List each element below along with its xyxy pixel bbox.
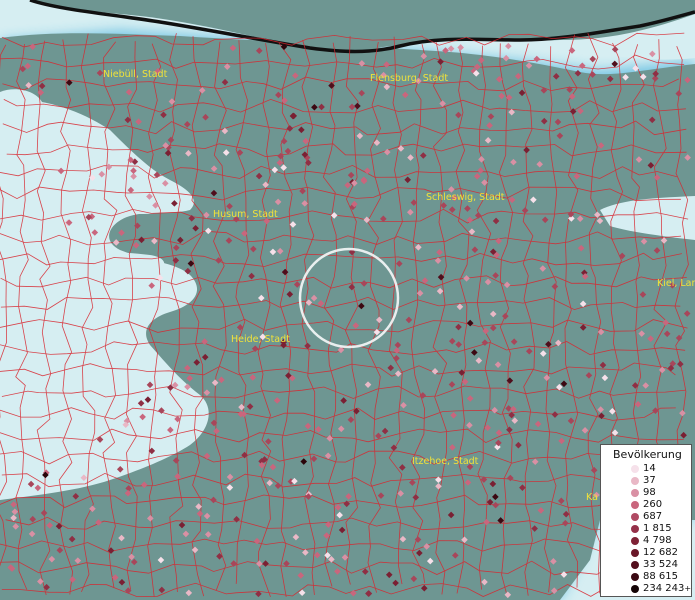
legend-title: Bevölkerung xyxy=(613,448,682,461)
legend-swatch xyxy=(631,525,639,533)
legend-label: 687 xyxy=(643,511,663,522)
legend-label: 88 615 xyxy=(643,571,678,582)
legend-entry: 4 798 xyxy=(601,535,693,546)
legend-entry: 687 xyxy=(601,511,693,522)
legend-entry: 33 524 xyxy=(601,559,693,570)
legend-swatch xyxy=(631,489,639,497)
legend-swatch xyxy=(631,465,639,473)
legend-label: 98 xyxy=(643,487,656,498)
place-label-flensburg: Flensburg, Stadt xyxy=(370,73,448,84)
legend-swatch xyxy=(631,549,639,557)
legend-swatch xyxy=(631,477,639,485)
legend-plus: + xyxy=(684,584,692,593)
legend-label: 4 798 xyxy=(643,535,672,546)
legend-label: 234 243+ xyxy=(643,583,692,594)
legend-entry: 98 xyxy=(601,487,693,498)
legend-swatch xyxy=(631,537,639,545)
legend-swatch xyxy=(631,513,639,521)
legend-entry: 14 xyxy=(601,463,693,474)
legend-label: 1 815 xyxy=(643,523,672,534)
legend-entry: 1 815 xyxy=(601,523,693,534)
legend-entry: 234 243+ xyxy=(601,583,693,594)
place-label-niebuell: Niebüll, Stadt xyxy=(103,69,168,80)
legend-swatch xyxy=(631,501,639,509)
place-label-kiel: Kiel, Lan xyxy=(657,278,695,289)
place-label-ka: Ka xyxy=(586,492,598,503)
legend-swatch xyxy=(631,585,639,593)
place-label-schleswig: Schleswig, Stadt xyxy=(426,192,505,203)
place-label-heide: Heide, Stadt xyxy=(231,334,290,345)
legend-entry: 12 682 xyxy=(601,547,693,558)
legend-entry: 88 615 xyxy=(601,571,693,582)
legend-label: 260 xyxy=(643,499,663,510)
legend-label: 37 xyxy=(643,475,656,486)
legend-entry: 37 xyxy=(601,475,693,486)
legend-entry: 260 xyxy=(601,499,693,510)
population-legend: Bevölkerung 14 37 98 260 687 1 815 4 798 12 682… xyxy=(600,444,692,597)
place-label-itzehoe: Itzehoe, Stadt xyxy=(412,456,479,467)
population-map[interactable]: Niebüll, Stadt Flensburg, Stadt Schleswi… xyxy=(0,0,695,600)
legend-label: 12 682 xyxy=(643,547,678,558)
place-label-husum: Husum, Stadt xyxy=(213,209,278,220)
legend-swatch xyxy=(631,573,639,581)
legend-label: 14 xyxy=(643,463,656,474)
legend-label: 33 524 xyxy=(643,559,678,570)
legend-swatch xyxy=(631,561,639,569)
